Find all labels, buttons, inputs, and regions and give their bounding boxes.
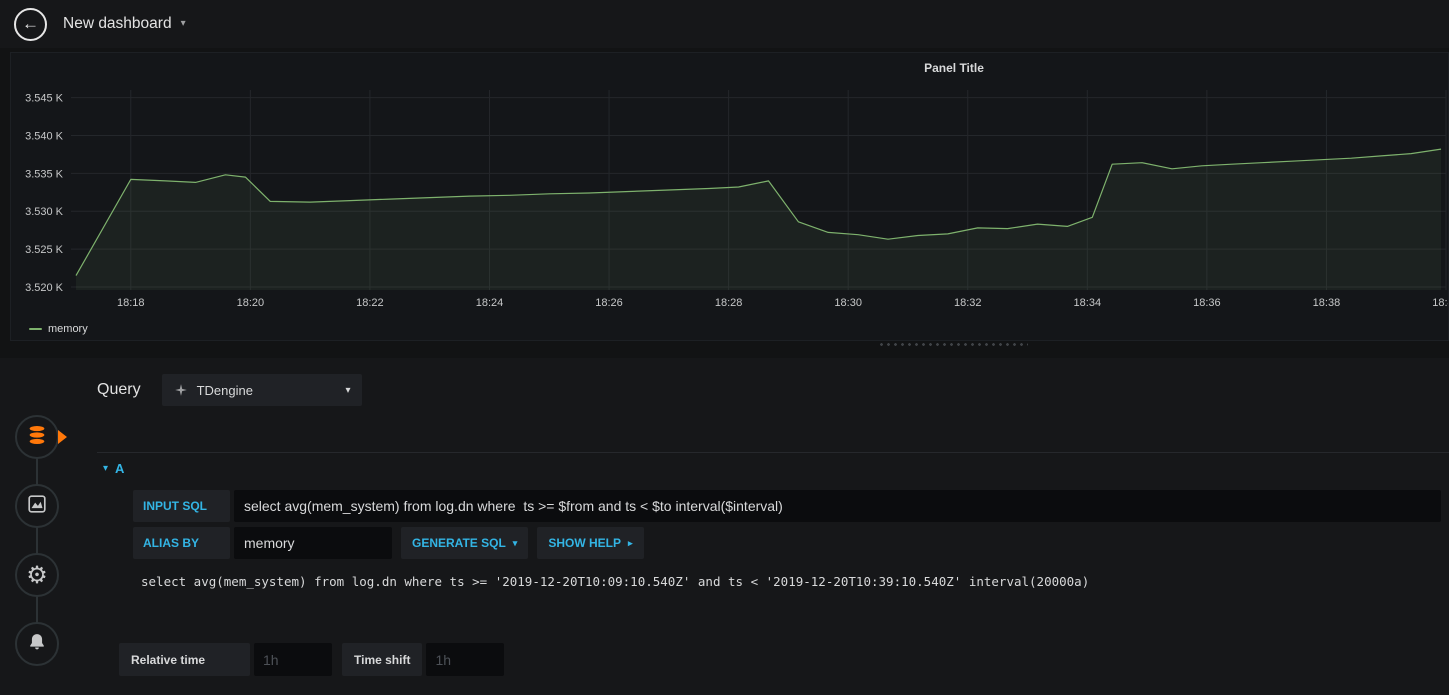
svg-text:18:20: 18:20 <box>237 297 265 309</box>
chevron-down-icon: ▾ <box>103 463 109 474</box>
chevron-down-icon: ▾ <box>512 537 518 548</box>
tab-alert[interactable] <box>15 622 59 666</box>
scroll-handle[interactable] <box>878 342 1028 347</box>
tab-queries[interactable] <box>15 415 59 459</box>
chevron-down-icon: ▾ <box>345 384 351 396</box>
query-form: INPUT SQL ALIAS BY GENERATE SQL ▾ SHOW H… <box>133 490 1441 589</box>
editor-tab-strip: ⚙ <box>0 358 80 695</box>
svg-text:3.530 K: 3.530 K <box>25 206 64 218</box>
alias-by-label: ALIAS BY <box>133 527 230 559</box>
dashboard-title-dropdown[interactable]: New dashboard ▾ <box>63 15 186 33</box>
svg-text:18:24: 18:24 <box>476 297 504 309</box>
memory-timeseries-chart: 3.545 K 3.540 K 3.535 K 3.530 K 3.525 K 3.520… <box>25 90 1448 309</box>
query-editor: Query TDengine ▾ ▾ A INPUT SQL ALIAS <box>80 358 1449 695</box>
svg-text:3.545 K: 3.545 K <box>25 93 64 105</box>
input-sql-label: INPUT SQL <box>133 490 230 522</box>
svg-text:3.540 K: 3.540 K <box>25 130 64 142</box>
relative-time-input[interactable] <box>254 643 332 676</box>
query-row-toggle[interactable]: ▾ A <box>97 452 1449 484</box>
svg-text:18:22: 18:22 <box>356 297 384 309</box>
svg-text:3.520 K: 3.520 K <box>25 282 64 294</box>
chevron-right-icon: ▸ <box>628 537 633 548</box>
relative-time-label: Relative time <box>119 643 250 676</box>
alias-row: ALIAS BY GENERATE SQL ▾ SHOW HELP ▸ <box>133 527 1441 559</box>
svg-text:18:18: 18:18 <box>117 297 145 309</box>
show-help-label: SHOW HELP <box>548 536 621 550</box>
svg-text:18:30: 18:30 <box>834 297 862 309</box>
tdengine-logo-icon <box>174 383 188 397</box>
svg-text:18:36: 18:36 <box>1193 297 1221 309</box>
svg-text:18:38: 18:38 <box>1313 297 1341 309</box>
svg-text:18:26: 18:26 <box>595 297 623 309</box>
generate-sql-label: GENERATE SQL <box>412 536 506 550</box>
svg-text:18:34: 18:34 <box>1074 297 1102 309</box>
time-shift-input[interactable] <box>426 643 505 676</box>
tab-connector-line <box>36 437 38 644</box>
chevron-down-icon: ▾ <box>180 18 186 29</box>
input-sql-field[interactable] <box>234 490 1441 522</box>
database-icon <box>26 424 48 451</box>
datasource-name: TDengine <box>196 382 253 398</box>
svg-text:18:40: 18:40 <box>1432 297 1448 309</box>
back-arrow-icon: ← <box>22 14 39 33</box>
panel-editor: ⚙ Query TDengine ▾ ▾ A INPUT SQL select … <box>0 358 1449 695</box>
query-ref-letter: A <box>115 461 125 476</box>
time-options-row: Relative time Time shift <box>119 643 514 676</box>
svg-text:3.535 K: 3.535 K <box>25 168 64 180</box>
top-navbar: ← New dashboard ▾ <box>0 0 1449 48</box>
svg-text:18:32: 18:32 <box>954 297 982 309</box>
tab-general[interactable]: ⚙ <box>15 553 59 597</box>
show-help-button[interactable]: SHOW HELP ▸ <box>537 527 644 559</box>
generate-sql-button[interactable]: GENERATE SQL ▾ <box>401 527 529 559</box>
query-section-title: Query <box>97 381 141 398</box>
query-header: Query TDengine ▾ <box>97 374 362 406</box>
tab-visualization[interactable] <box>15 484 59 528</box>
gear-icon: ⚙ <box>26 561 48 589</box>
legend-label: memory <box>48 323 88 335</box>
legend-item-memory[interactable]: memory <box>29 323 88 335</box>
generated-sql-preview: select avg(mem_system) from log.dn where… <box>141 574 1090 589</box>
alias-by-field[interactable] <box>234 527 392 559</box>
chart-icon <box>26 493 48 520</box>
time-shift-label: Time shift <box>342 643 423 676</box>
svg-text:3.525 K: 3.525 K <box>25 244 64 256</box>
dashboard-title: New dashboard <box>63 15 172 32</box>
legend-swatch <box>29 328 42 330</box>
back-button[interactable]: ← <box>14 7 47 41</box>
bell-icon <box>27 632 47 657</box>
datasource-picker[interactable]: TDengine ▾ <box>161 374 362 406</box>
input-sql-row: INPUT SQL <box>133 490 1441 522</box>
graph-panel: Panel Title 3.545 K 3.540 K 3.535 K 3.530 K… <box>10 52 1449 341</box>
svg-text:18:28: 18:28 <box>715 297 743 309</box>
